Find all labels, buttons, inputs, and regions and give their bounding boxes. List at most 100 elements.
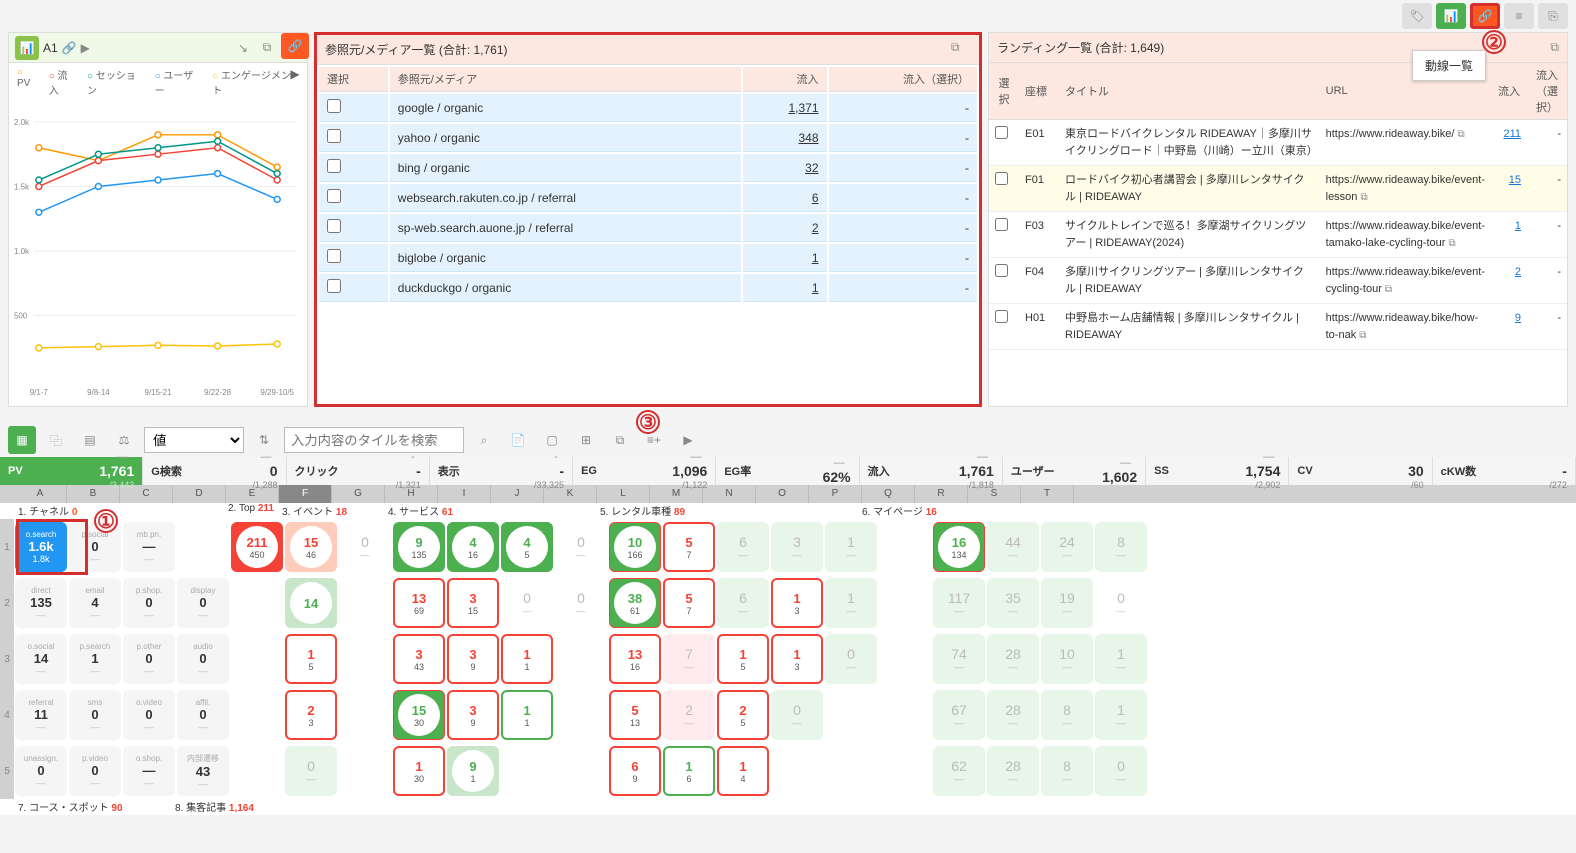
col-letter[interactable]: E xyxy=(226,485,279,503)
table-row[interactable]: yahoo / organic348- xyxy=(319,124,977,152)
external-link-icon[interactable]: ⧉ xyxy=(1449,238,1456,249)
table-row[interactable]: E01東京ロードバイクレンタル RIDEAWAY｜多摩川サイクリングロード｜中野… xyxy=(989,120,1567,166)
tile[interactable]: 0— xyxy=(771,690,823,740)
external-link-icon[interactable]: ⧉ xyxy=(1385,284,1392,295)
tile[interactable]: 35— xyxy=(987,578,1039,628)
channel-tile[interactable]: audio 0 — xyxy=(177,634,229,684)
channel-tile[interactable]: p.search 1 — xyxy=(69,634,121,684)
channel-tile[interactable]: direct 135 — xyxy=(15,578,67,628)
table-row[interactable]: biglobe / organic1- xyxy=(319,244,977,272)
channel-tile[interactable]: o.video 0 — xyxy=(123,690,175,740)
table-row[interactable]: F01ロードバイク初心者講習会 | 多摩川レンタサイクル | RIDEAWAY … xyxy=(989,166,1567,212)
tag-icon[interactable]: 🏷 xyxy=(1402,3,1432,29)
metric-cell[interactable]: CV 30/60 xyxy=(1289,457,1432,485)
col-letter[interactable]: B xyxy=(67,485,120,503)
tile[interactable]: 2— xyxy=(663,690,715,740)
channel-tile[interactable]: email 4 — xyxy=(69,578,121,628)
tile[interactable]: 15 xyxy=(717,634,769,684)
col-letter[interactable]: A xyxy=(14,485,67,503)
tile[interactable]: 39 xyxy=(447,690,499,740)
chart-icon[interactable]: 📊 xyxy=(1436,3,1466,29)
external-link-icon[interactable]: ⧉ xyxy=(1359,330,1366,341)
tile[interactable]: 19— xyxy=(1041,578,1093,628)
copy-icon[interactable]: ⧉ xyxy=(606,426,634,454)
tile[interactable]: 14 xyxy=(717,746,769,796)
tile[interactable]: 1— xyxy=(825,522,877,572)
tree-icon[interactable]: ⿻ xyxy=(42,426,70,454)
metric-cell[interactable]: 表示 --/33,325 xyxy=(430,457,573,485)
table-row[interactable]: bing / organic32- xyxy=(319,154,977,182)
tile[interactable]: 0— xyxy=(825,634,877,684)
tool3-icon[interactable]: ▢ xyxy=(538,426,566,454)
channel-tile[interactable]: p.video 0 — xyxy=(69,746,121,796)
tile[interactable]: 3861 xyxy=(609,578,661,628)
link-icon[interactable]: 🔗 xyxy=(281,33,309,59)
tile[interactable]: 62— xyxy=(933,746,985,796)
col-letter[interactable]: M xyxy=(650,485,703,503)
tile[interactable]: 117— xyxy=(933,578,985,628)
tile[interactable]: 6— xyxy=(717,522,769,572)
col-letter[interactable]: K xyxy=(544,485,597,503)
tile[interactable]: 28— xyxy=(987,746,1039,796)
col-letter[interactable]: C xyxy=(120,485,173,503)
col-letter[interactable]: T xyxy=(1021,485,1074,503)
table-row[interactable]: F04多摩川サイクリングツアー | 多摩川レンタサイクル | RIDEAWAY … xyxy=(989,258,1567,304)
tile[interactable]: 1— xyxy=(825,578,877,628)
layers-icon[interactable]: ▤ xyxy=(76,426,104,454)
metric-cell[interactable]: クリック --/1,321 xyxy=(287,457,430,485)
copy-icon[interactable]: ⧉ xyxy=(951,40,971,60)
export-icon[interactable]: ⎘ xyxy=(1538,3,1568,29)
tile[interactable]: 0— xyxy=(339,522,391,572)
channel-tile[interactable]: display 0 — xyxy=(177,578,229,628)
metric-cell[interactable]: G検索 —0/1,288 xyxy=(143,457,286,485)
tile[interactable]: 39 xyxy=(447,634,499,684)
zoom-icon[interactable]: ⌕ xyxy=(470,426,498,454)
tile[interactable]: 513 xyxy=(609,690,661,740)
row-checkbox[interactable] xyxy=(995,218,1008,231)
tile[interactable]: 1— xyxy=(1095,690,1147,740)
col-letter[interactable]: O xyxy=(756,485,809,503)
copy-icon[interactable]: ⧉ xyxy=(1550,40,1559,55)
tile[interactable]: 69 xyxy=(609,746,661,796)
balance-icon[interactable]: ⚖ xyxy=(110,426,138,454)
channel-tile[interactable]: 内部遷移 43 — xyxy=(177,746,229,796)
metric-cell[interactable]: EG —1,096/1,122 xyxy=(573,457,716,485)
channel-tile[interactable]: sms 0 — xyxy=(69,690,121,740)
copy-icon[interactable]: ⧉ xyxy=(257,38,277,58)
search-input[interactable] xyxy=(284,427,464,453)
tile[interactable]: 15 xyxy=(285,634,337,684)
channel-tile[interactable]: affil. 0 — xyxy=(177,690,229,740)
external-link-icon[interactable]: ⧉ xyxy=(1360,192,1367,203)
tile[interactable]: 0— xyxy=(285,746,337,796)
tile[interactable]: 74— xyxy=(933,634,985,684)
tile[interactable]: 67— xyxy=(933,690,985,740)
value-select[interactable]: 値 xyxy=(144,427,244,453)
tile[interactable]: 6— xyxy=(717,578,769,628)
tile[interactable]: 13 xyxy=(771,634,823,684)
tile[interactable]: 0— xyxy=(555,578,607,628)
link-icon[interactable]: 🔗 xyxy=(62,41,77,55)
tile[interactable]: 0— xyxy=(555,522,607,572)
channel-tile[interactable]: o.shop. — — xyxy=(123,746,175,796)
row-checkbox[interactable] xyxy=(995,172,1008,185)
table-row[interactable]: google / organic1,371- xyxy=(319,94,977,122)
channel-tile[interactable]: mb.pn. — — xyxy=(123,522,175,572)
tile[interactable]: 10— xyxy=(1041,634,1093,684)
tile[interactable]: 1316 xyxy=(609,634,661,684)
tile[interactable]: 28— xyxy=(987,634,1039,684)
tile[interactable]: 1530 xyxy=(393,690,445,740)
tile[interactable]: 24— xyxy=(1041,522,1093,572)
tile[interactable]: 10166 xyxy=(609,522,661,572)
row-checkbox[interactable] xyxy=(327,279,341,293)
channel-tile[interactable]: o.search 1.6k 1.8k xyxy=(15,522,67,572)
metric-cell[interactable]: 流入 —1,761/1,818 xyxy=(860,457,1003,485)
table-row[interactable]: duckduckgo / organic1- xyxy=(319,274,977,302)
tile[interactable]: 45 xyxy=(501,522,553,572)
tile[interactable]: 16134 xyxy=(933,522,985,572)
metric-cell[interactable]: ユーザー —1,602 xyxy=(1003,457,1146,485)
row-checkbox[interactable] xyxy=(995,264,1008,277)
channel-tile[interactable]: p.shop. 0 — xyxy=(123,578,175,628)
tile[interactable]: 0— xyxy=(1095,746,1147,796)
metric-cell[interactable]: PV —1,761/3,443 xyxy=(0,457,143,485)
tile[interactable]: 23 xyxy=(285,690,337,740)
